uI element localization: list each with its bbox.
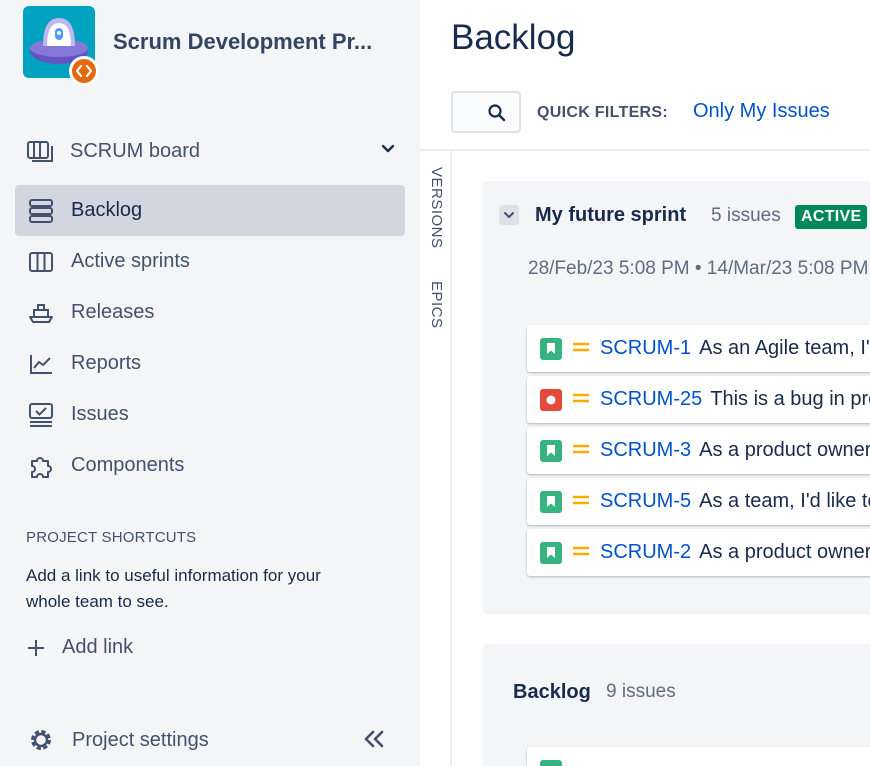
sprint-dates: 28/Feb/23 5:08 PM • 14/Mar/23 5:08 PM bbox=[528, 258, 869, 279]
sidebar-item-label: Reports bbox=[71, 352, 142, 374]
board-switcher[interactable]: SCRUM board bbox=[26, 134, 396, 168]
sprint-name: My future sprint bbox=[535, 204, 687, 226]
issue-key[interactable]: SCRUM-5 bbox=[600, 490, 691, 513]
board-switcher-label: SCRUM board bbox=[70, 139, 201, 162]
story-icon bbox=[540, 541, 562, 564]
divider bbox=[420, 149, 870, 151]
priority-medium-icon bbox=[572, 493, 590, 511]
story-icon bbox=[540, 490, 562, 513]
status-badge: ACTIVE bbox=[795, 205, 868, 229]
board-icon bbox=[27, 141, 53, 162]
backlog-icon bbox=[27, 197, 55, 225]
issue-row[interactable]: SCRUM-3 As a product owner, I'd like to … bbox=[527, 427, 870, 474]
sidebar-item-components[interactable]: Components bbox=[15, 440, 405, 491]
sprint-collapse-toggle[interactable] bbox=[499, 205, 519, 225]
issue-key[interactable]: SCRUM-25 bbox=[600, 388, 702, 411]
issue-row[interactable] bbox=[527, 747, 870, 766]
issue-summary: As an Agile team, I'd like to learn abou… bbox=[699, 337, 870, 359]
search-icon bbox=[488, 104, 506, 122]
quick-filter-only-my-issues[interactable]: Only My Issues bbox=[693, 100, 830, 123]
graph-line-icon bbox=[27, 350, 55, 378]
sidebar-item-label: Active sprints bbox=[71, 250, 190, 272]
columns-icon bbox=[27, 248, 55, 276]
puzzle-icon bbox=[27, 452, 55, 480]
sidebar-item-label: Issues bbox=[71, 403, 129, 425]
issue-key[interactable]: SCRUM-2 bbox=[600, 541, 691, 564]
backlog-issue-count: 9 issues bbox=[606, 681, 676, 702]
side-tabs: VERSIONS EPICS bbox=[420, 151, 452, 766]
collapse-sidebar-button[interactable] bbox=[360, 726, 388, 752]
sidebar-item-issues[interactable]: Issues bbox=[15, 389, 405, 440]
project-name[interactable]: Scrum Development Pr... bbox=[113, 29, 398, 55]
sprint-container: My future sprint 5 issues ACTIVE 28/Feb/… bbox=[483, 181, 870, 614]
sidebar-item-active-sprints[interactable]: Active sprints bbox=[15, 236, 405, 287]
sprint-issue-list: SCRUM-1 As an Agile team, I'd like to le… bbox=[527, 325, 870, 580]
backlog-name: Backlog bbox=[513, 681, 591, 703]
project-settings-button[interactable]: Project settings bbox=[28, 724, 388, 756]
sprint-issue-count: 5 issues bbox=[711, 205, 781, 226]
priority-medium-icon bbox=[572, 442, 590, 460]
search-input[interactable] bbox=[451, 91, 521, 133]
issue-summary: As a product owner, I'd like to express … bbox=[699, 439, 870, 461]
add-link-label: Add link bbox=[62, 636, 134, 658]
issues-icon bbox=[27, 401, 55, 429]
issue-row[interactable]: SCRUM-5 As a team, I'd like to estimate … bbox=[527, 478, 870, 525]
priority-medium-icon bbox=[572, 340, 590, 358]
issue-summary: As a product owner, I'd like to rank sto… bbox=[699, 541, 870, 563]
project-shortcuts-description: Add a link to useful information for you… bbox=[26, 566, 321, 611]
issue-row[interactable]: SCRUM-25 This is a bug in production bbox=[527, 376, 870, 423]
sidebar-item-backlog[interactable]: Backlog bbox=[15, 185, 405, 236]
issue-key[interactable]: SCRUM-3 bbox=[600, 439, 691, 462]
page-title: Backlog bbox=[451, 18, 576, 57]
issue-summary: As a team, I'd like to estimate the effo… bbox=[699, 490, 870, 512]
story-icon bbox=[540, 337, 562, 360]
backlog-container: Backlog 9 issues bbox=[483, 644, 870, 766]
priority-medium-icon bbox=[572, 391, 590, 409]
chevron-down-icon bbox=[504, 212, 514, 218]
issue-summary: This is a bug in production bbox=[710, 388, 870, 410]
bug-icon bbox=[540, 388, 562, 411]
gear-icon bbox=[31, 730, 51, 750]
code-brackets-icon bbox=[69, 56, 99, 86]
project-shortcuts-heading: PROJECT SHORTCUTS bbox=[26, 529, 197, 546]
story-icon bbox=[540, 439, 562, 462]
tab-epics[interactable]: EPICS bbox=[428, 281, 445, 329]
priority-medium-icon bbox=[572, 544, 590, 562]
sidebar: Scrum Development Pr... SCRUM board Back… bbox=[0, 0, 420, 766]
double-chevron-left-icon bbox=[364, 730, 384, 748]
main-content: Backlog QUICK FILTERS: Only My Issues VE… bbox=[420, 0, 870, 766]
ship-icon bbox=[27, 299, 55, 327]
project-settings-label: Project settings bbox=[72, 728, 209, 751]
sidebar-nav: Backlog Active sprints Releases Reports … bbox=[15, 185, 405, 491]
issue-row[interactable]: SCRUM-2 As a product owner, I'd like to … bbox=[527, 529, 870, 576]
issue-key[interactable]: SCRUM-1 bbox=[600, 337, 691, 360]
sidebar-item-reports[interactable]: Reports bbox=[15, 338, 405, 389]
plus-icon bbox=[28, 639, 44, 656]
chevron-down-icon[interactable] bbox=[380, 140, 396, 156]
sidebar-item-label: Backlog bbox=[71, 199, 143, 221]
add-link-button[interactable]: Add link bbox=[26, 636, 133, 659]
quick-filters-label: QUICK FILTERS: bbox=[537, 104, 669, 121]
sidebar-item-releases[interactable]: Releases bbox=[15, 287, 405, 338]
issue-row[interactable]: SCRUM-1 As an Agile team, I'd like to le… bbox=[527, 325, 870, 372]
sidebar-item-label: Releases bbox=[71, 301, 155, 323]
tab-versions[interactable]: VERSIONS bbox=[428, 167, 445, 249]
sidebar-item-label: Components bbox=[71, 454, 185, 476]
story-icon bbox=[540, 760, 562, 766]
